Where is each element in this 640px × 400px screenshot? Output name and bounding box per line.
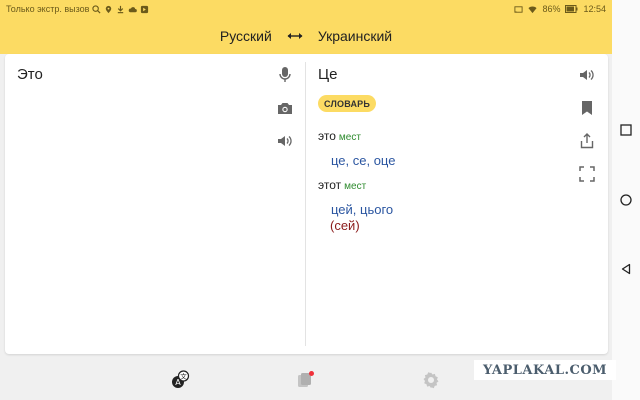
fullscreen-icon bbox=[579, 166, 595, 182]
microphone-icon bbox=[279, 67, 291, 82]
target-language-button[interactable]: Украинский bbox=[318, 28, 392, 44]
battery-percent: 86% bbox=[542, 4, 561, 14]
camera-icon bbox=[278, 103, 292, 114]
entry-note: (сей) bbox=[330, 218, 360, 233]
translation-card: Это Це СЛОВАРЬ это мест це, се, оце этот м… bbox=[5, 54, 608, 354]
svg-text:文: 文 bbox=[180, 372, 187, 381]
watermark: YAPLAKAL.COM bbox=[474, 360, 616, 380]
clock: 12:54 bbox=[583, 4, 606, 14]
part-of-speech: мест bbox=[338, 132, 361, 143]
settings-tab-icon[interactable] bbox=[421, 370, 441, 390]
carrier-status-text: Только экстр. вызов bbox=[6, 4, 90, 14]
app-notification-icon bbox=[141, 5, 149, 13]
wifi-icon bbox=[528, 6, 538, 13]
home-button[interactable] bbox=[620, 194, 632, 206]
location-icon bbox=[106, 5, 112, 13]
entry-headword: это bbox=[318, 129, 336, 143]
microphone-button[interactable] bbox=[276, 66, 294, 84]
download-icon bbox=[118, 5, 124, 13]
battery-icon bbox=[565, 5, 578, 13]
translation-result: Це bbox=[318, 66, 338, 83]
system-nav-bar bbox=[612, 0, 640, 400]
speaker-icon bbox=[278, 136, 292, 146]
collections-tab-icon[interactable] bbox=[295, 370, 315, 390]
part-of-speech: мест bbox=[344, 181, 367, 192]
bookmark-button[interactable] bbox=[578, 99, 596, 117]
translate-tab-icon[interactable]: A文 bbox=[170, 370, 190, 390]
share-icon bbox=[580, 133, 594, 149]
dictionary-badge: СЛОВАРЬ bbox=[318, 95, 377, 112]
bookmark-icon bbox=[582, 101, 592, 115]
speaker-icon bbox=[580, 70, 594, 80]
entry-translations[interactable]: цей, цього bbox=[331, 202, 393, 217]
source-language-button[interactable]: Русский bbox=[220, 28, 272, 44]
pane-divider bbox=[305, 62, 306, 346]
fullscreen-button[interactable] bbox=[578, 165, 596, 183]
entry-headword: этот bbox=[318, 178, 342, 192]
dictionary-entry-word: это мест bbox=[318, 129, 361, 143]
language-selector: Русский Украинский bbox=[0, 18, 612, 54]
recent-apps-button[interactable] bbox=[620, 124, 632, 136]
status-bar: Только экстр. вызов 86% 12:54 bbox=[0, 0, 612, 18]
source-speak-button[interactable] bbox=[276, 132, 294, 150]
share-button[interactable] bbox=[578, 132, 596, 150]
swap-languages-icon[interactable] bbox=[286, 31, 304, 41]
camera-button[interactable] bbox=[276, 99, 294, 117]
back-button[interactable] bbox=[620, 263, 632, 275]
translation-speak-button[interactable] bbox=[578, 66, 596, 84]
entry-translations[interactable]: це, се, оце bbox=[331, 153, 395, 168]
source-text-input[interactable]: Это bbox=[17, 66, 43, 83]
dictionary-entry-word: этот мест bbox=[318, 178, 366, 192]
cast-icon bbox=[514, 5, 524, 13]
search-icon bbox=[92, 4, 101, 14]
cloud-icon bbox=[129, 6, 138, 12]
